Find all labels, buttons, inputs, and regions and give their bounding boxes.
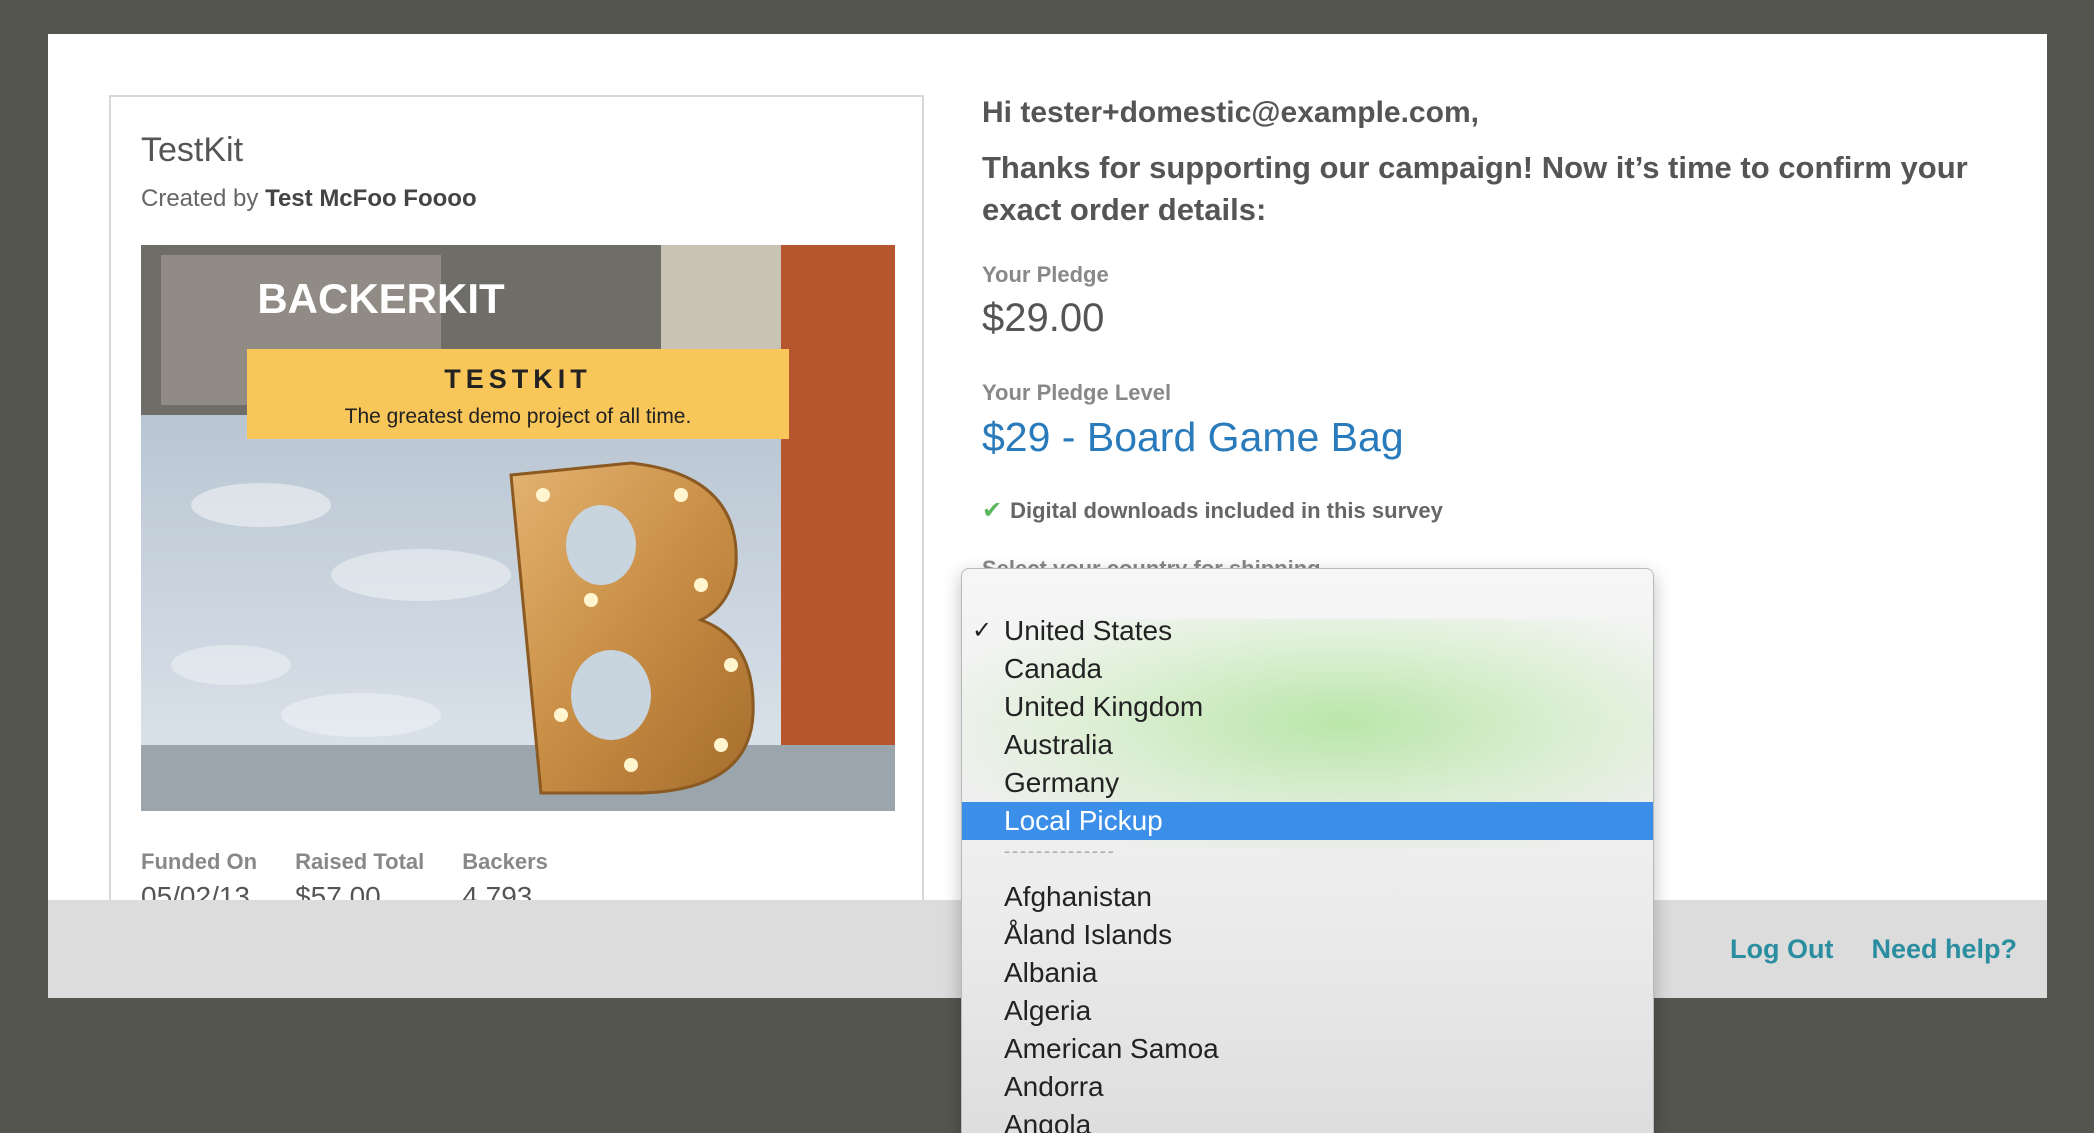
project-title: TestKit: [141, 131, 244, 169]
checkmark-icon: ✓: [972, 617, 993, 644]
option-label: United States: [1004, 615, 1173, 646]
project-image: BACKERKIT TESTKIT The greatest demo proj…: [141, 245, 895, 811]
option-algeria[interactable]: Algeria: [962, 992, 1653, 1030]
need-help-link[interactable]: Need help?: [1871, 934, 2017, 965]
country-dropdown[interactable]: ✓ United States Canada United Kingdom Au…: [961, 568, 1654, 1133]
option-label: Angola: [1004, 1109, 1092, 1133]
project-card: TestKit Created by Test McFoo Foooo BACK…: [109, 95, 924, 940]
option-label: Albania: [1004, 957, 1098, 988]
option-separator: --------------: [1004, 841, 1116, 861]
option-angola[interactable]: Angola: [962, 1106, 1653, 1133]
pledge-level-label: Your Pledge Level: [982, 380, 1172, 405]
option-american-samoa[interactable]: American Samoa: [962, 1030, 1653, 1068]
banner-subtitle: The greatest demo project of all time.: [345, 405, 692, 428]
banner-title: TESTKIT: [444, 364, 592, 394]
option-label: American Samoa: [1004, 1033, 1219, 1064]
option-andorra[interactable]: Andorra: [962, 1068, 1653, 1106]
option-albania[interactable]: Albania: [962, 954, 1653, 992]
digital-note-text: Digital downloads included in this surve…: [1010, 497, 1443, 523]
footer-links: Log Out Need help?: [1730, 934, 2017, 965]
intro-text: Thanks for supporting our campaign! Now …: [982, 150, 1968, 227]
option-label: Afghanistan: [1004, 881, 1152, 912]
greeting: Hi tester+domestic@example.com,: [982, 96, 1479, 129]
option-label: Åland Islands: [1004, 919, 1173, 950]
project-creator: Created by Test McFoo Foooo: [141, 185, 477, 213]
option-local-pickup[interactable]: Local Pickup: [962, 802, 1653, 840]
option-label: United Kingdom: [1004, 691, 1204, 722]
option-label: Australia: [1004, 729, 1113, 760]
stat-label: Backers: [462, 849, 548, 874]
creator-name: Test McFoo Foooo: [265, 185, 477, 212]
option-united-kingdom[interactable]: United Kingdom: [962, 688, 1653, 726]
logout-link[interactable]: Log Out: [1730, 934, 1833, 965]
option-canada[interactable]: Canada: [962, 650, 1653, 688]
created-by-prefix: Created by: [141, 185, 259, 212]
option-afghanistan[interactable]: Afghanistan: [962, 878, 1653, 916]
option-label: Andorra: [1004, 1071, 1104, 1102]
option-australia[interactable]: Australia: [962, 726, 1653, 764]
option-label: Local Pickup: [1004, 805, 1163, 836]
stat-label: Raised Total: [295, 849, 425, 874]
digital-downloads-note: ✔ Digital downloads included in this sur…: [982, 496, 1443, 525]
pledge-value: $29.00: [982, 296, 1105, 340]
option-label: Canada: [1004, 653, 1103, 684]
option-label: Germany: [1004, 767, 1120, 798]
backerkit-logo: BACKERKIT: [257, 275, 505, 322]
option-germany[interactable]: Germany: [962, 764, 1653, 802]
stat-label: Funded On: [141, 849, 258, 874]
pledge-level-link[interactable]: $29 - Board Game Bag: [982, 414, 1404, 461]
checkmark-icon: ✔: [982, 497, 1003, 524]
option-aland-islands[interactable]: Åland Islands: [962, 916, 1653, 954]
option-label: Algeria: [1004, 995, 1092, 1026]
pledge-label: Your Pledge: [982, 262, 1109, 287]
option-united-states[interactable]: ✓ United States: [962, 612, 1653, 650]
